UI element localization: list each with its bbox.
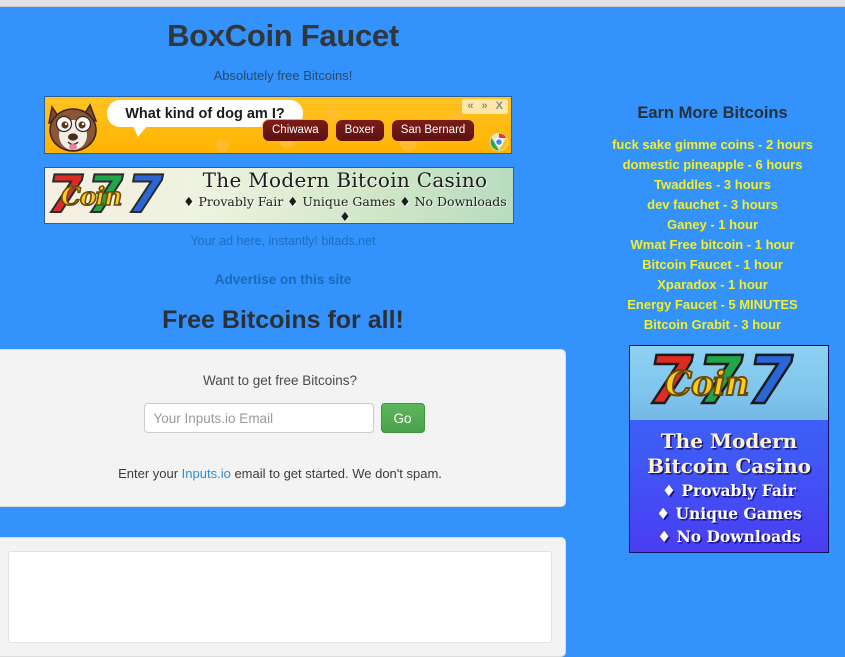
ad-7coin-wide-banner[interactable]: 7 7 7 Coin The Modern Bitcoin Casino ♦ P… [44, 167, 514, 224]
secondary-card [0, 537, 566, 657]
next-ad-icon[interactable]: » [482, 100, 488, 112]
bitads-promo-link[interactable]: Your ad here, instantly! bitads.net [0, 234, 566, 248]
page-title: BoxCoin Faucet [167, 18, 399, 53]
sidebar-link-8[interactable]: Energy Faucet - 5 MINUTES [580, 295, 845, 315]
inputs-io-link[interactable]: Inputs.io [182, 466, 231, 481]
signup-note: Enter your Inputs.io email to get starte… [0, 433, 565, 481]
advertise-on-site-link[interactable]: Advertise on this site [0, 272, 566, 287]
sidebar-link-2[interactable]: Twaddles - 3 hours [580, 175, 845, 195]
close-ad-icon[interactable]: X [496, 100, 503, 112]
square-feature-2: ♦ No Downloads [657, 527, 801, 546]
prev-ad-icon[interactable]: « [467, 100, 473, 112]
7coin-tagline: The Modern Bitcoin Casino [202, 167, 488, 192]
sidebar: Earn More Bitcoins fuck sake gimme coins… [580, 7, 845, 553]
sidebar-link-7[interactable]: Xparadox - 1 hour [580, 275, 845, 295]
square-feature-0: ♦ Provably Fair [662, 481, 796, 500]
7coin-features: ♦ Provably Fair ♦ Unique Games ♦ No Down… [183, 193, 507, 224]
secondary-card-inner [8, 551, 552, 643]
dog-answer-boxer[interactable]: Boxer [334, 119, 385, 142]
note-prefix: Enter your [118, 466, 182, 481]
email-input[interactable] [143, 403, 374, 433]
sidebar-heading: Earn More Bitcoins [637, 104, 788, 122]
7coin-square-logo: 7 7 7 Coin [646, 345, 815, 419]
page-subtitle: Absolutely free Bitcoins! [213, 68, 353, 83]
ad-banner-controls: « » X [462, 99, 508, 114]
logo-coin-word: Coin [60, 181, 123, 212]
square-logo-coin-word: Coin [664, 363, 750, 405]
logo-digit-3: 7 [126, 167, 164, 224]
dog-illustration [48, 103, 98, 152]
browser-chrome-strip [0, 0, 845, 7]
sidebar-link-1[interactable]: domestic pineapple - 6 hours [580, 155, 845, 175]
sidebar-link-0[interactable]: fuck sake gimme coins - 2 hours [580, 135, 845, 155]
square-tagline-line1: The Modern [660, 429, 798, 453]
dog-question-text: What kind of dog am I? [125, 105, 285, 122]
signup-card: Want to get free Bitcoins? Go Enter your… [0, 349, 566, 507]
sidebar-link-list: fuck sake gimme coins - 2 hours domestic… [580, 123, 845, 335]
square-feature-1: ♦ Unique Games [656, 504, 802, 523]
page-body: BoxCoin Faucet Absolutely free Bitcoins! [0, 7, 845, 657]
sidebar-link-5[interactable]: Wmat Free bitcoin - 1 hour [580, 235, 845, 255]
square-logo-digit-3: 7 [746, 345, 794, 419]
main-column: BoxCoin Faucet Absolutely free Bitcoins! [0, 7, 566, 657]
7coin-square-logo-area: 7 7 7 Coin [630, 346, 828, 420]
go-button[interactable]: Go [380, 403, 425, 433]
note-suffix: email to get started. We don't spam. [230, 466, 442, 481]
7coin-logo: 7 7 7 Coin [45, 168, 183, 223]
sidebar-link-3[interactable]: dev fauchet - 3 hours [580, 195, 845, 215]
free-bitcoins-heading: Free Bitcoins for all! [162, 306, 404, 334]
sidebar-link-4[interactable]: Ganey - 1 hour [580, 215, 845, 235]
7coin-square-text: The Modern Bitcoin Casino ♦ Provably Fai… [630, 420, 828, 548]
dog-answer-chiwawa[interactable]: Chiwawa [262, 119, 329, 142]
square-tagline-line2: Bitcoin Casino [647, 454, 811, 478]
sidebar-link-6[interactable]: Bitcoin Faucet - 1 hour [580, 255, 845, 275]
signup-question: Want to get free Bitcoins? [202, 373, 358, 388]
dog-answer-san-bernard[interactable]: San Bernard [390, 119, 476, 142]
chrome-logo-icon[interactable] [489, 132, 509, 152]
7coin-banner-text: The Modern Bitcoin Casino ♦ Provably Fai… [183, 167, 513, 224]
ad-7coin-square-banner[interactable]: 7 7 7 Coin The Modern Bitcoin Casino ♦ P… [629, 345, 829, 553]
sidebar-link-9[interactable]: Bitcoin Grabit - 3 hour [580, 315, 845, 335]
dog-answer-buttons: Chiwawa Boxer San Bernard [262, 119, 476, 142]
signup-form: Go [0, 403, 565, 433]
